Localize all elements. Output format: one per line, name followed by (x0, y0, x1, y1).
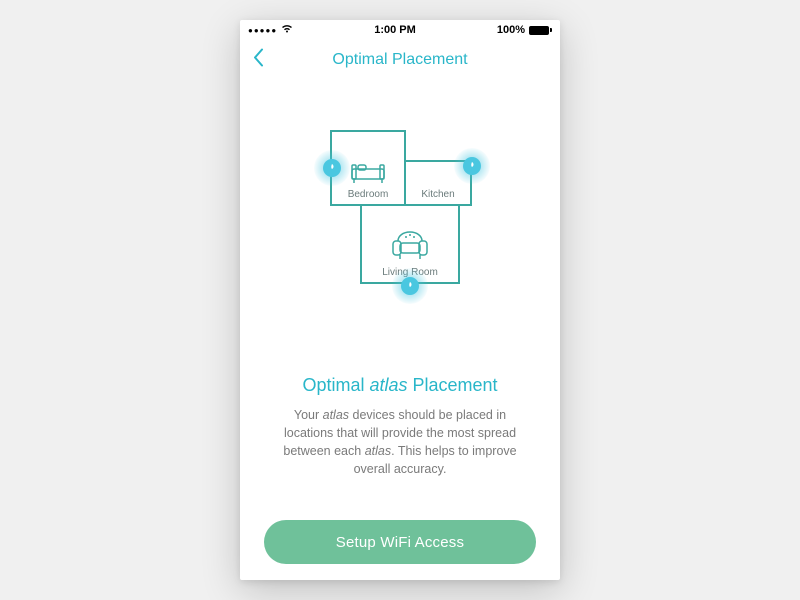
status-left: ●●●●● (248, 24, 293, 36)
battery-icon (529, 26, 552, 35)
status-bar: ●●●●● 1:00 PM 100% (240, 20, 560, 40)
body-span: Your (294, 408, 323, 422)
content-area: Bedroom Kitchen Living Room (240, 80, 560, 580)
nav-header: Optimal Placement (240, 40, 560, 80)
heading-text: Placement (408, 375, 498, 395)
phone-frame: ●●●●● 1:00 PM 100% Optimal Placement (240, 20, 560, 580)
heading-em: atlas (369, 375, 407, 395)
floorplan-diagram: Bedroom Kitchen Living Room (300, 130, 500, 305)
nav-title: Optimal Placement (332, 51, 467, 69)
section-heading: Optimal atlas Placement (302, 375, 497, 396)
bed-icon (351, 161, 385, 185)
status-right: 100% (497, 24, 552, 36)
beacon-icon (454, 148, 490, 184)
beacon-icon (392, 268, 428, 304)
body-em: atlas (323, 408, 349, 422)
status-time: 1:00 PM (374, 24, 416, 36)
body-em: atlas (365, 444, 391, 458)
body-text: Your atlas devices should be placed in l… (270, 406, 530, 479)
signal-dots-icon: ●●●●● (248, 26, 277, 35)
room-label: Kitchen (421, 189, 454, 200)
sofa-icon (390, 229, 430, 263)
room-label: Bedroom (348, 189, 389, 200)
wifi-icon (281, 24, 293, 36)
beacon-icon (314, 150, 350, 186)
heading-text: Optimal (302, 375, 369, 395)
back-button[interactable] (252, 48, 264, 73)
setup-wifi-button[interactable]: Setup WiFi Access (264, 520, 536, 564)
battery-percent: 100% (497, 24, 525, 36)
